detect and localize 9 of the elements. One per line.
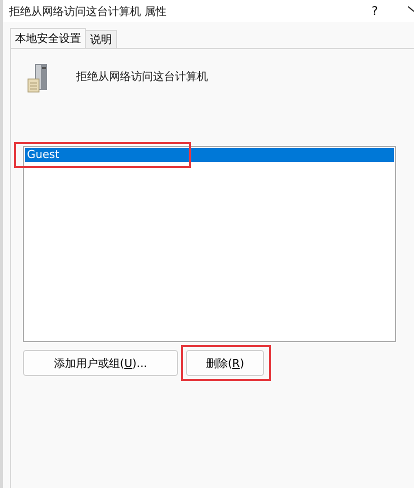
dialog-button[interactable]: 删除(R)	[186, 350, 264, 376]
dialog-button[interactable]: 添加用户或组(U)...	[23, 350, 178, 376]
server-icon	[26, 63, 50, 93]
tab[interactable]: 说明	[85, 30, 117, 48]
policy-name: 拒绝从网络访问这台计算机	[76, 69, 208, 84]
tab[interactable]: 本地安全设置	[10, 28, 86, 48]
window-title: 拒绝从网络访问这台计算机 属性	[9, 4, 168, 18]
account-item[interactable]: Guest	[25, 148, 394, 162]
help-button[interactable]: ?	[372, 4, 378, 18]
